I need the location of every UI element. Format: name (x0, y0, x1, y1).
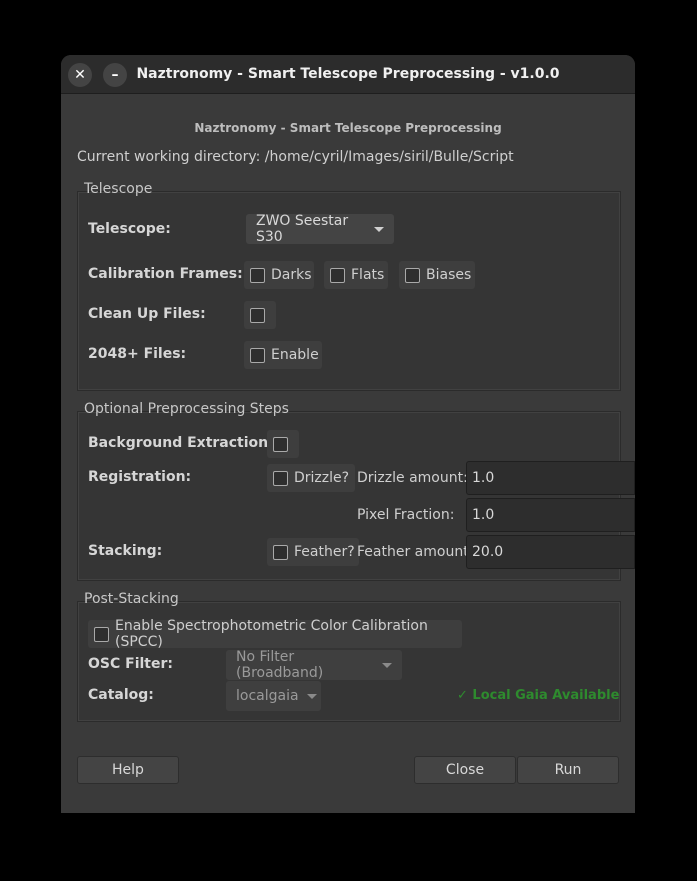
checkbox-icon (94, 626, 109, 642)
checkbox-icon (273, 436, 288, 452)
stacking-label: Stacking: (88, 543, 163, 559)
checkbox-icon (250, 267, 265, 283)
catalog-dropdown[interactable]: localgaia (226, 681, 321, 711)
telescope-frame-label: Telescope (84, 181, 153, 197)
chevron-down-icon (306, 693, 317, 699)
drizzle-amount-label: Drizzle amount: (357, 470, 468, 486)
feather-checkbox-label: Feather? (294, 544, 355, 560)
cleanup-files-checkbox[interactable] (244, 301, 276, 329)
drizzle-checkbox[interactable]: Drizzle? (267, 464, 355, 492)
calibration-frames-label: Calibration Frames: (88, 266, 243, 282)
osc-filter-dropdown-value: No Filter (Broadband) (236, 649, 324, 681)
checkbox-icon (330, 267, 345, 283)
post-stacking-frame-label: Post-Stacking (84, 591, 179, 607)
telescope-label: Telescope: (88, 221, 171, 237)
telescope-dropdown-value: ZWO Seestar S30 (256, 213, 349, 245)
biases-checkbox-label: Biases (426, 267, 472, 283)
telescope-dropdown[interactable]: ZWO Seestar S30 (246, 213, 394, 245)
feather-amount-label: Feather amount: (357, 544, 474, 560)
files-2048-label: 2048+ Files: (88, 346, 187, 362)
feather-amount-input[interactable]: 20.0 (466, 535, 635, 569)
run-button[interactable]: Run (517, 756, 619, 784)
flats-checkbox[interactable]: Flats (324, 261, 388, 289)
darks-checkbox[interactable]: Darks (244, 261, 314, 289)
gaia-status-label: ✓ Local Gaia Available (457, 688, 620, 703)
osc-filter-dropdown[interactable]: No Filter (Broadband) (226, 649, 402, 681)
pixel-fraction-input[interactable]: 1.0 (466, 498, 635, 532)
checkbox-icon (273, 470, 288, 486)
flats-checkbox-label: Flats (351, 267, 385, 283)
registration-label: Registration: (88, 469, 192, 485)
biases-checkbox[interactable]: Biases (399, 261, 475, 289)
optional-steps-frame-label: Optional Preprocessing Steps (84, 401, 289, 417)
main-window: ✕ – Naztronomy - Smart Telescope Preproc… (61, 55, 635, 813)
files-2048-enable-label: Enable (271, 347, 319, 363)
checkbox-icon (250, 347, 265, 363)
spcc-checkbox[interactable]: Enable Spectrophotometric Color Calibrat… (88, 618, 462, 650)
window-title: Naztronomy - Smart Telescope Preprocessi… (136, 66, 560, 82)
dialog-heading: Naztronomy - Smart Telescope Preprocessi… (194, 121, 502, 135)
files-2048-enable-checkbox[interactable]: Enable (244, 341, 322, 369)
darks-checkbox-label: Darks (271, 267, 312, 283)
checkbox-icon (273, 544, 288, 560)
feather-checkbox[interactable]: Feather? (267, 538, 359, 566)
titlebar: ✕ – Naztronomy - Smart Telescope Preproc… (61, 55, 635, 94)
chevron-down-icon (382, 662, 392, 668)
checkbox-icon (250, 307, 265, 323)
catalog-dropdown-value: localgaia (236, 688, 299, 704)
working-directory-label: Current working directory: /home/cyril/I… (77, 149, 514, 165)
chevron-down-icon (374, 226, 384, 232)
checkbox-icon (405, 267, 420, 283)
help-button[interactable]: Help (77, 756, 179, 784)
close-button[interactable]: Close (414, 756, 516, 784)
catalog-label: Catalog: (88, 687, 154, 703)
osc-filter-label: OSC Filter: (88, 656, 173, 672)
drizzle-checkbox-label: Drizzle? (294, 470, 350, 486)
background-extraction-checkbox[interactable] (267, 430, 299, 458)
cleanup-files-label: Clean Up Files: (88, 306, 206, 322)
pixel-fraction-label: Pixel Fraction: (357, 507, 455, 523)
spcc-checkbox-label: Enable Spectrophotometric Color Calibrat… (115, 618, 428, 650)
background-extraction-label: Background Extraction: (88, 435, 274, 451)
drizzle-amount-input[interactable]: 1.0 (466, 461, 635, 495)
